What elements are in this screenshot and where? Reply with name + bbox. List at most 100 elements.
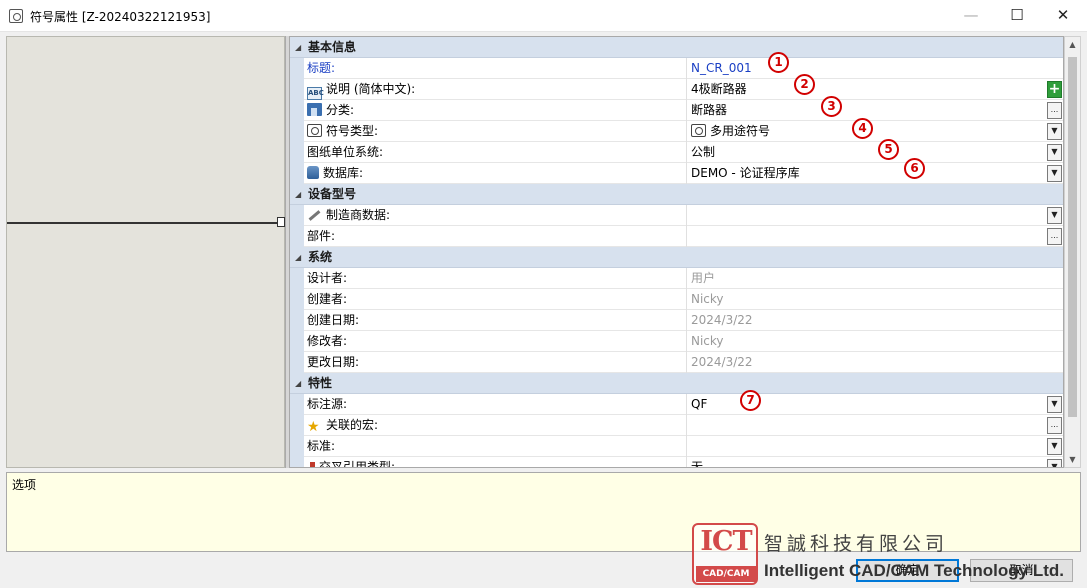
marker-5: 5 — [878, 139, 899, 160]
browse-button[interactable]: ... — [1047, 228, 1062, 245]
property-value[interactable]: 断路器 — [688, 100, 1048, 121]
property-value: Nicky — [688, 331, 1048, 352]
add-translation-button[interactable]: + — [1047, 81, 1062, 98]
category-label: 系统 — [308, 250, 333, 264]
dropdown-arrow-icon[interactable]: ▼ — [1047, 396, 1062, 413]
category-header[interactable]: ◢ 系统 — [290, 247, 1063, 268]
property-row[interactable]: 创建者: Nicky — [290, 289, 1063, 310]
collapse-triangle-icon[interactable]: ◢ — [295, 247, 301, 268]
category-header[interactable]: ◢ 基本信息 — [290, 37, 1063, 58]
property-value-text: QF — [691, 397, 708, 411]
property-value-text: 4极断路器 — [691, 82, 747, 96]
property-grid-scrollbar[interactable]: ▲ ▼ — [1064, 36, 1081, 468]
property-name-text: 创建者: — [307, 292, 348, 306]
property-row[interactable]: 交叉引用类型: 无 ▼ — [290, 457, 1063, 468]
property-row[interactable]: 修改者: Nicky — [290, 331, 1063, 352]
property-value[interactable]: 4极断路器 — [688, 79, 1048, 100]
row-gutter — [290, 331, 304, 352]
property-value: 2024/3/22 — [688, 352, 1048, 373]
logo-subtext: CAD/CAM — [696, 566, 756, 582]
property-name: 标准: — [304, 436, 687, 457]
property-name: 修改者: — [304, 331, 687, 352]
window-title: 符号属性 [Z-20240322121953] — [30, 10, 211, 24]
property-value[interactable]: N_CR_001 — [688, 58, 1048, 79]
maximize-button[interactable]: ☐ — [994, 0, 1040, 32]
property-row[interactable]: 数据库: DEMO - 论证程序库 ▼ — [290, 163, 1063, 184]
browse-button[interactable]: ... — [1047, 417, 1062, 434]
property-name: 交叉引用类型: — [304, 457, 687, 467]
dropdown-arrow-icon[interactable]: ▼ — [1047, 144, 1062, 161]
scroll-thumb[interactable] — [1068, 57, 1077, 417]
company-watermark: ICT CAD/CAM 智誠科技有限公司 Intelligent CAD/CAM… — [692, 523, 1082, 585]
scroll-up-icon[interactable]: ▲ — [1065, 37, 1080, 52]
minimize-button[interactable]: — — [948, 0, 994, 32]
row-gutter — [290, 457, 304, 467]
symbol-preview-line — [7, 222, 286, 224]
property-name-text: 分类: — [326, 103, 355, 117]
symbol-preview-pane[interactable] — [6, 36, 286, 468]
property-value[interactable]: DEMO - 论证程序库 — [688, 163, 1048, 184]
property-row[interactable]: 标注源: QF ▼ — [290, 394, 1063, 415]
scroll-down-icon[interactable]: ▼ — [1065, 452, 1080, 467]
property-row[interactable]: 标题: N_CR_001 — [290, 58, 1063, 79]
property-row[interactable]: ★ 关联的宏:... — [290, 415, 1063, 436]
property-value[interactable] — [688, 415, 1048, 436]
property-value[interactable] — [688, 436, 1048, 457]
property-name: 符号类型: — [304, 121, 687, 142]
marker-7: 7 — [740, 390, 761, 411]
property-row[interactable]: 制造商数据: ▼ — [290, 205, 1063, 226]
property-name: 更改日期: — [304, 352, 687, 373]
row-gutter — [290, 268, 304, 289]
symbol-connection-point[interactable] — [277, 217, 285, 227]
wrench-icon — [307, 208, 322, 221]
marker-6: 6 — [904, 158, 925, 179]
property-value-text: 公制 — [691, 145, 716, 159]
property-grid[interactable]: ◢ 基本信息 标题: N_CR_001 ABC 说明 (简体中文): 4极断路器 + 分类: 断路… — [289, 36, 1064, 468]
dropdown-arrow-icon[interactable]: ▼ — [1047, 459, 1062, 467]
property-value[interactable]: 无 — [688, 457, 1048, 468]
property-value-text: 2024/3/22 — [691, 355, 753, 369]
property-name: 标题: — [304, 58, 687, 79]
property-name-text: 更改日期: — [307, 355, 360, 369]
property-value[interactable]: 公制 — [688, 142, 1048, 163]
company-name-en: Intelligent CAD/CAM Technology Ltd. — [764, 561, 1064, 580]
property-row[interactable]: ABC 说明 (简体中文): 4极断路器 + — [290, 79, 1063, 100]
category-header[interactable]: ◢ 设备型号 — [290, 184, 1063, 205]
dropdown-arrow-icon[interactable]: ▼ — [1047, 438, 1062, 455]
row-gutter — [290, 310, 304, 331]
property-name: ★ 关联的宏: — [304, 415, 687, 436]
description-title: 选项 — [12, 478, 37, 492]
property-row[interactable]: 设计者: 用户 — [290, 268, 1063, 289]
dropdown-arrow-icon[interactable]: ▼ — [1047, 165, 1062, 182]
property-value-text: 无 — [691, 460, 704, 468]
property-name-text: 标题: — [307, 61, 336, 75]
property-value: 2024/3/22 — [688, 310, 1048, 331]
property-row[interactable]: 分类: 断路器... — [290, 100, 1063, 121]
property-value[interactable] — [688, 205, 1048, 226]
row-gutter — [290, 58, 304, 79]
collapse-triangle-icon[interactable]: ◢ — [295, 184, 301, 205]
property-row[interactable]: 标准: ▼ — [290, 436, 1063, 457]
property-value: Nicky — [688, 289, 1048, 310]
dropdown-arrow-icon[interactable]: ▼ — [1047, 207, 1062, 224]
title-bar: 符号属性 [Z-20240322121953] — ☐ ✕ — [0, 0, 1087, 32]
property-row[interactable]: 符号类型: 多用途符号 ▼ — [290, 121, 1063, 142]
property-value[interactable] — [688, 226, 1048, 247]
category-header[interactable]: ◢ 特性 — [290, 373, 1063, 394]
property-row[interactable]: 部件:... — [290, 226, 1063, 247]
row-gutter — [290, 100, 304, 121]
property-name: 创建者: — [304, 289, 687, 310]
collapse-triangle-icon[interactable]: ◢ — [295, 373, 301, 394]
property-row[interactable]: 图纸单位系统: 公制 ▼ — [290, 142, 1063, 163]
property-row[interactable]: 更改日期: 2024/3/22 — [290, 352, 1063, 373]
property-row[interactable]: 创建日期: 2024/3/22 — [290, 310, 1063, 331]
property-name-text: 制造商数据: — [326, 208, 391, 222]
dropdown-arrow-icon[interactable]: ▼ — [1047, 123, 1062, 140]
browse-button[interactable]: ... — [1047, 102, 1062, 119]
close-button[interactable]: ✕ — [1040, 0, 1086, 32]
property-name-text: 标准: — [307, 439, 336, 453]
property-name-text: 标注源: — [307, 397, 348, 411]
star-icon: ★ — [307, 419, 320, 435]
property-value: 用户 — [688, 268, 1048, 289]
collapse-triangle-icon[interactable]: ◢ — [295, 37, 301, 58]
